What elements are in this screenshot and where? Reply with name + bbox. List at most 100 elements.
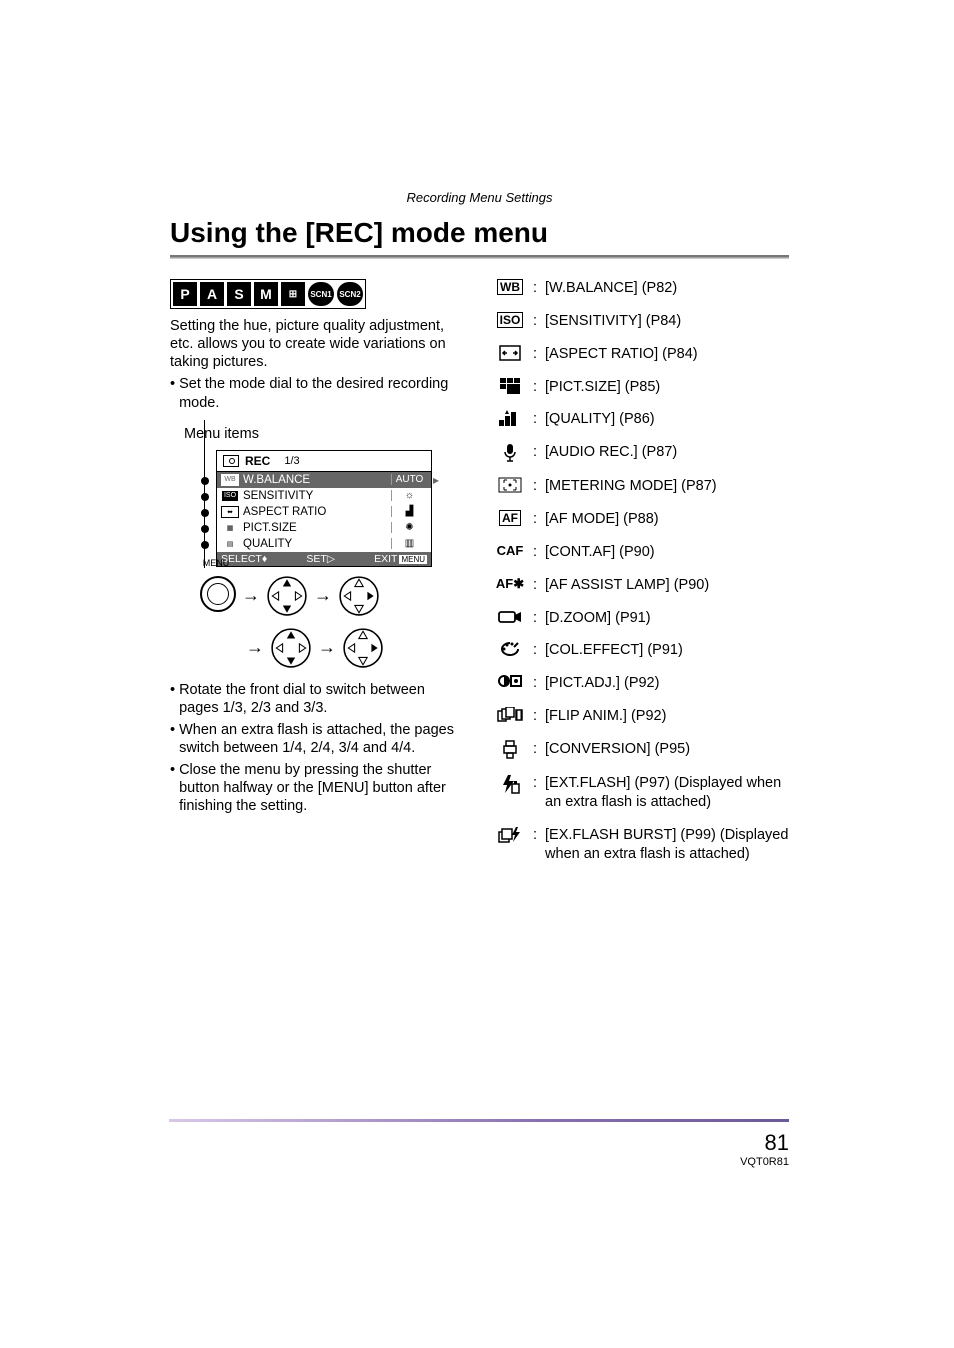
page-footer: 81 VQT0R81 — [740, 1130, 789, 1168]
page-number: 81 — [740, 1130, 789, 1156]
item-icon: AF✱ — [495, 576, 525, 593]
mode-m-icon: M — [254, 282, 278, 306]
pictsize-mini-icon: ▦ — [221, 522, 239, 534]
item-text: [COL.EFFECT] (P91) — [545, 641, 789, 660]
menu-screen: REC 1/3 WB W.BALANCE AUTO ▸ ISO SENSITIV… — [216, 450, 432, 567]
menu-row-aspect: ⬌ ASPECT RATIO ▟ — [217, 504, 431, 520]
item-text: [PICT.SIZE] (P85) — [545, 378, 789, 397]
colon: : — [533, 707, 537, 726]
menu-item-row: WB : [W.BALANCE] (P82) — [495, 279, 789, 298]
menu-item-row: : [ASPECT RATIO] (P84) — [495, 345, 789, 364]
menu-row-value: ✺ — [391, 522, 427, 533]
colon: : — [533, 826, 537, 845]
item-text: [D.ZOOM] (P91) — [545, 609, 789, 628]
item-text: [METERING MODE] (P87) — [545, 477, 789, 496]
left-bullet-2: •When an extra flash is attached, the pa… — [170, 721, 465, 757]
menu-screen-header: REC 1/3 — [217, 451, 431, 472]
iso-mini-icon: ISO — [221, 490, 239, 502]
aspect-mini-icon: ⬌ — [221, 506, 239, 518]
menu-item-row: : [PICT.SIZE] (P85) — [495, 378, 789, 397]
item-icon: CAF — [495, 543, 525, 560]
item-text: [CONT.AF] (P90) — [545, 543, 789, 562]
colon: : — [533, 345, 537, 364]
camera-icon — [223, 455, 239, 467]
item-text: [CONVERSION] (P95) — [545, 740, 789, 759]
wb-mini-icon: WB — [221, 474, 239, 486]
menu-row-value: ▥ — [391, 538, 427, 549]
menu-row-label: QUALITY — [243, 538, 391, 550]
menu-item-row: : [CONVERSION] (P95) — [495, 740, 789, 760]
menu-item-row: : [METERING MODE] (P87) — [495, 477, 789, 496]
item-text: [EXT.FLASH] (P97) (Displayed when an ext… — [545, 774, 789, 812]
menu-diagram: REC 1/3 WB W.BALANCE AUTO ▸ ISO SENSITIV… — [200, 450, 465, 669]
item-icon — [495, 707, 525, 723]
item-text: [FLIP ANIM.] (P92) — [545, 707, 789, 726]
item-text: [PICT.ADJ.] (P92) — [545, 674, 789, 693]
item-text: [AUDIO REC.] (P87) — [545, 443, 789, 462]
menu-row-pictsize: ▦ PICT.SIZE ✺ — [217, 520, 431, 536]
mode-scn1-icon: SCN1 — [308, 282, 334, 306]
mode-p-icon: P — [173, 282, 197, 306]
menu-item-row: : [COL.EFFECT] (P91) — [495, 641, 789, 660]
menu-row-label: ASPECT RATIO — [243, 506, 391, 518]
dpad-right-icon — [338, 575, 380, 617]
arrow-icon: → — [242, 585, 260, 606]
item-icon — [495, 826, 525, 844]
intro-bullet: •Set the mode dial to the desired record… — [170, 375, 465, 411]
menu-item-row: : [FLIP ANIM.] (P92) — [495, 707, 789, 726]
colon: : — [533, 477, 537, 496]
menu-item-row: AF✱ : [AF ASSIST LAMP] (P90) — [495, 576, 789, 595]
item-text: [ASPECT RATIO] (P84) — [545, 345, 789, 364]
arrow-icon: → — [246, 637, 264, 658]
quality-mini-icon: ▤ — [221, 538, 239, 550]
menu-row-value: ☼ — [391, 490, 427, 501]
menu-row-quality: ▤ QUALITY ▥ — [217, 536, 431, 552]
item-icon — [495, 609, 525, 625]
menu-button-label: MENU — [203, 558, 230, 568]
intro-text: Setting the hue, picture quality adjustm… — [170, 317, 465, 371]
left-bullet-1: •Rotate the front dial to switch between… — [170, 681, 465, 717]
item-icon: WB — [495, 279, 525, 295]
menu-row-value: AUTO — [391, 474, 427, 485]
section-header: Recording Menu Settings — [170, 190, 789, 205]
menu-row-label: PICT.SIZE — [243, 522, 391, 534]
menu-exit-label: EXIT — [374, 553, 397, 565]
menu-rec-label: REC — [245, 454, 270, 468]
menu-item-row: CAF : [CONT.AF] (P90) — [495, 543, 789, 562]
bullet-text: When an extra flash is attached, the pag… — [179, 721, 465, 757]
menu-item-row: : [EX.FLASH BURST] (P99) (Displayed when… — [495, 826, 789, 864]
page-title: Using the [REC] mode menu — [170, 217, 789, 249]
colon: : — [533, 443, 537, 462]
menu-screen-footer: SELECT♦ SET▷ EXITMENU — [217, 552, 431, 566]
arrow-icon: → — [314, 585, 332, 606]
item-text: [AF MODE] (P88) — [545, 510, 789, 529]
colon: : — [533, 312, 537, 331]
menu-item-row: ISO : [SENSITIVITY] (P84) — [495, 312, 789, 331]
item-icon — [495, 477, 525, 493]
left-column: P A S M ⊞ SCN1 SCN2 Setting the hue, pic… — [170, 279, 465, 863]
item-icon — [495, 641, 525, 659]
menu-set-label: SET — [306, 553, 326, 565]
nav-sequence: MENU → → — [200, 575, 465, 669]
colon: : — [533, 641, 537, 660]
menu-item-row: : [EXT.FLASH] (P97) (Displayed when an e… — [495, 774, 789, 812]
colon: : — [533, 410, 537, 429]
left-bullet-3: •Close the menu by pressing the shutter … — [170, 761, 465, 815]
menu-row-wbalance: WB W.BALANCE AUTO ▸ — [217, 472, 431, 488]
item-icon: AF — [495, 510, 525, 526]
colon: : — [533, 774, 537, 793]
menu-item-row: : [PICT.ADJ.] (P92) — [495, 674, 789, 693]
item-icon — [495, 410, 525, 426]
colon: : — [533, 674, 537, 693]
item-icon — [495, 378, 525, 394]
menu-row-label: SENSITIVITY — [243, 490, 391, 502]
item-text: [W.BALANCE] (P82) — [545, 279, 789, 298]
item-icon — [495, 443, 525, 463]
intro-bullet-text: Set the mode dial to the desired recordi… — [179, 375, 465, 411]
document-id: VQT0R81 — [740, 1156, 789, 1168]
dpad-updown-icon — [270, 627, 312, 669]
item-text: [QUALITY] (P86) — [545, 410, 789, 429]
item-icon — [495, 774, 525, 794]
item-icon — [495, 674, 525, 688]
menu-page-indicator: 1/3 — [284, 455, 299, 467]
